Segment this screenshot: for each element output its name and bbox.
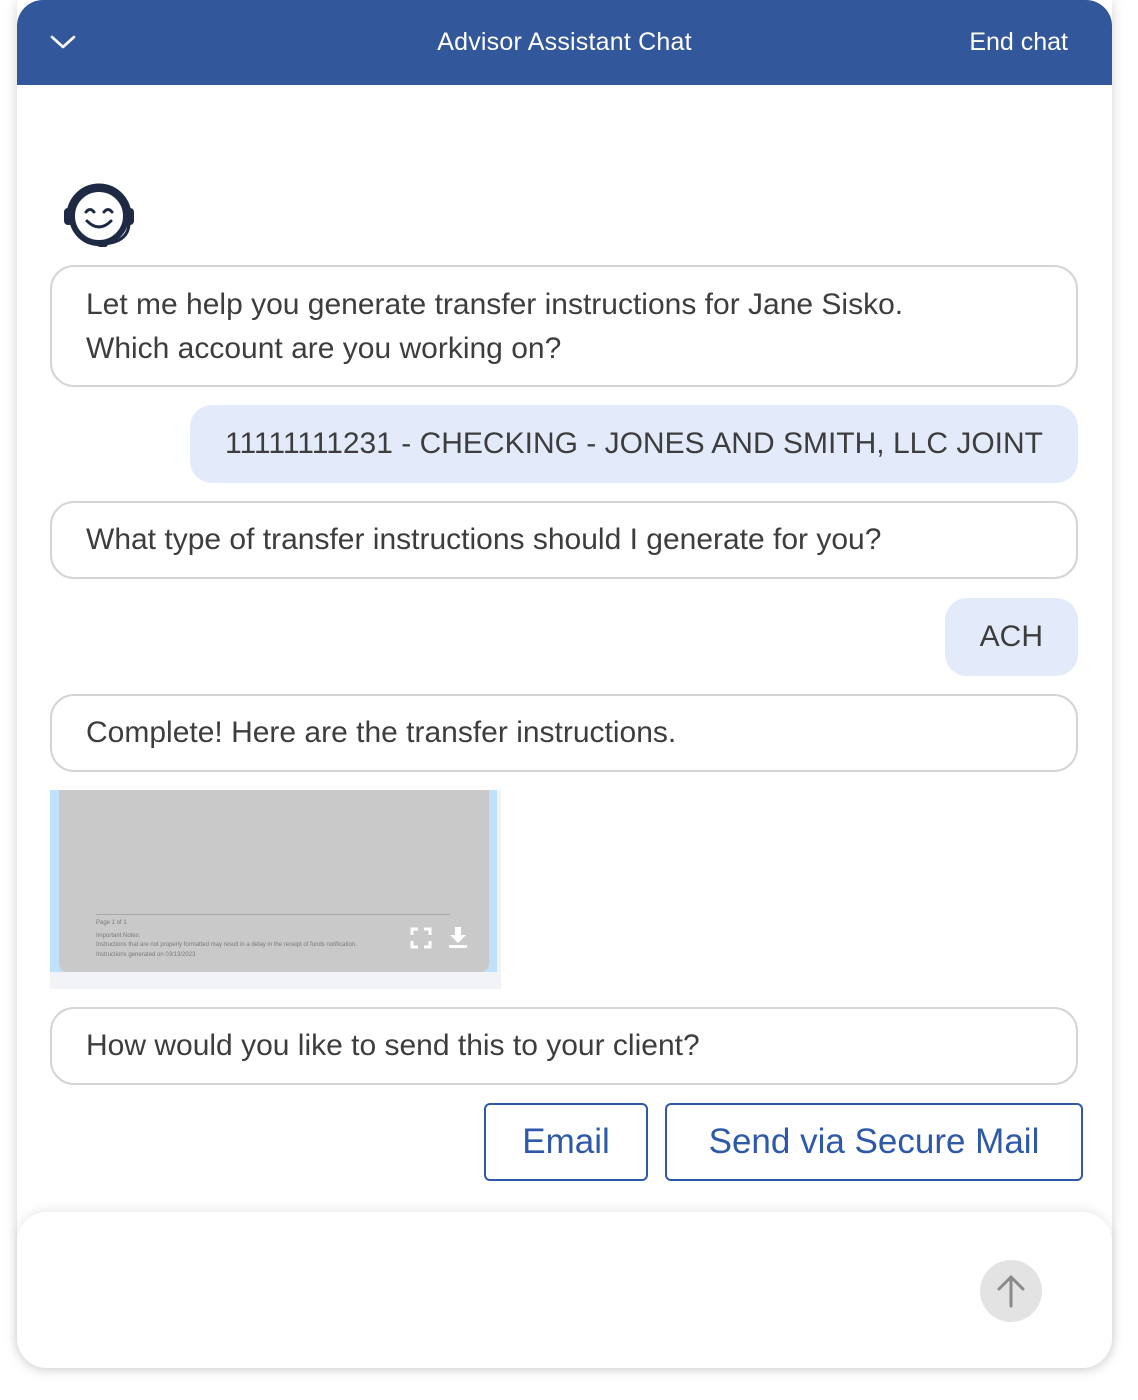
- download-icon[interactable]: [448, 926, 468, 948]
- message-line: What type of transfer instructions shoul…: [86, 523, 882, 556]
- document-page-label: Page 1 of 1: [96, 920, 127, 926]
- message-input[interactable]: [57, 1252, 961, 1330]
- document-page: Page 1 of 1 Important Notes: Instruction…: [59, 790, 489, 972]
- assistant-message: What type of transfer instructions shoul…: [50, 501, 1078, 579]
- message-composer: [17, 1212, 1112, 1368]
- document-generated-text: Instructions generated on 03/13/2023: [96, 952, 196, 958]
- send-button[interactable]: [980, 1260, 1042, 1322]
- chat-title: Advisor Assistant Chat: [437, 28, 692, 56]
- chat-header: Advisor Assistant Chat End chat: [17, 0, 1112, 85]
- headset-smiley-icon: [60, 180, 138, 252]
- document-attachment[interactable]: Page 1 of 1 Important Notes: Instruction…: [50, 790, 501, 989]
- send-secure-mail-button[interactable]: Send via Secure Mail: [665, 1103, 1083, 1181]
- message-line: Let me help you generate transfer instru…: [86, 288, 904, 321]
- assistant-message: Complete! Here are the transfer instruct…: [50, 694, 1078, 772]
- document-preview: Page 1 of 1 Important Notes: Instruction…: [50, 790, 497, 972]
- email-button[interactable]: Email: [484, 1103, 648, 1181]
- end-chat-button[interactable]: End chat: [969, 28, 1068, 57]
- message-line: How would you like to send this to your …: [86, 1029, 700, 1062]
- assistant-message: How would you like to send this to your …: [50, 1007, 1078, 1085]
- user-message: 11111111231 - CHECKING - JONES AND SMITH…: [189, 405, 1078, 483]
- assistant-message: Let me help you generate transfer instru…: [50, 265, 1078, 387]
- message-line: Complete! Here are the transfer instruct…: [86, 716, 677, 749]
- expand-icon[interactable]: [410, 927, 432, 949]
- document-divider: [96, 914, 450, 915]
- document-notes-heading: Important Notes:: [96, 933, 141, 939]
- message-line: Which account are you working on?: [86, 332, 562, 365]
- document-note-text: Instructions that are not properly forma…: [96, 942, 357, 948]
- user-message: ACH: [944, 598, 1078, 676]
